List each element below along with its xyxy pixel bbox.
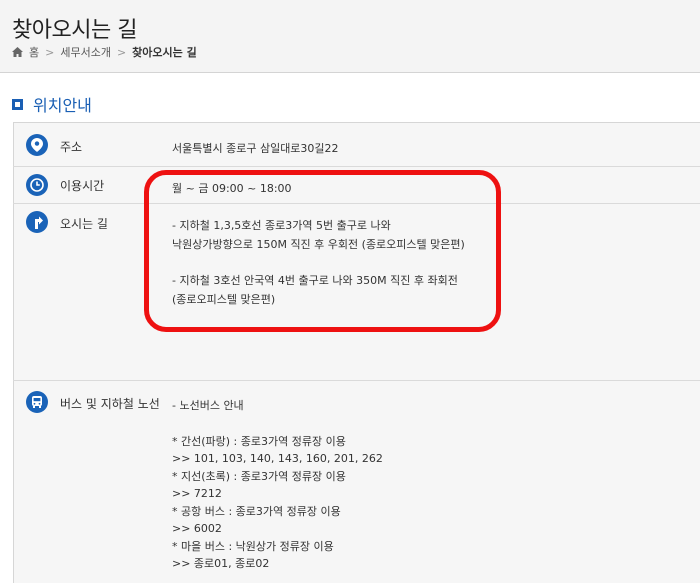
breadcrumb-current: 찾아오시는 길 (132, 46, 197, 59)
chevron-right-icon: > (45, 45, 55, 59)
bus-line: >> 101, 103, 140, 143, 160, 201, 262 (172, 452, 383, 465)
bus-line: >> 종로01, 종로02 (172, 557, 270, 570)
breadcrumb-parent[interactable]: 세무서소개 (60, 44, 111, 60)
direction-sign-icon (26, 211, 48, 233)
bus-label: 버스 및 지하철 노선 (60, 397, 160, 411)
section-heading: 위치안내 (12, 92, 92, 116)
bus-line: * 공항 버스 : 종로3가역 정류장 이용 (172, 504, 341, 518)
bus-line: * 간선(파랑) : 종로3가역 정류장 이용 (172, 434, 346, 448)
row-divider (13, 380, 700, 381)
home-icon[interactable] (12, 47, 23, 57)
clock-icon (26, 174, 48, 196)
location-pin-icon (26, 134, 48, 156)
breadcrumb-home[interactable]: 홈 (29, 44, 39, 60)
address-value: 서울특별시 종로구 삼일대로30길22 (172, 142, 339, 155)
breadcrumb: 홈 > 세무서소개 > 찾아오시는 길 (12, 44, 197, 60)
bus-line: >> 7212 (172, 487, 222, 500)
page-title: 찾아오시는 길 (12, 18, 137, 43)
bus-line: * 지선(초록) : 종로3가역 정류장 이용 (172, 469, 346, 483)
row-divider (13, 166, 700, 167)
bus-line: >> 6002 (172, 522, 222, 535)
chevron-right-icon: > (116, 45, 127, 59)
bus-icon (26, 391, 48, 413)
address-label: 주소 (60, 140, 83, 154)
hours-label: 이용시간 (60, 179, 105, 193)
directions-label: 오시는 길 (60, 217, 108, 231)
square-bullet-icon (12, 98, 23, 110)
bus-info: - 노선버스 안내 * 간선(파랑) : 종로3가역 정류장 이용 >> 101… (172, 397, 383, 573)
bus-line: * 마을 버스 : 낙원상가 정류장 이용 (172, 539, 334, 553)
bus-heading: - 노선버스 안내 (172, 399, 244, 412)
section-title: 위치안내 (33, 96, 92, 115)
highlight-annotation (144, 170, 501, 332)
page-header: 찾아오시는 길 홈 > 세무서소개 > 찾아오시는 길 (0, 0, 700, 73)
